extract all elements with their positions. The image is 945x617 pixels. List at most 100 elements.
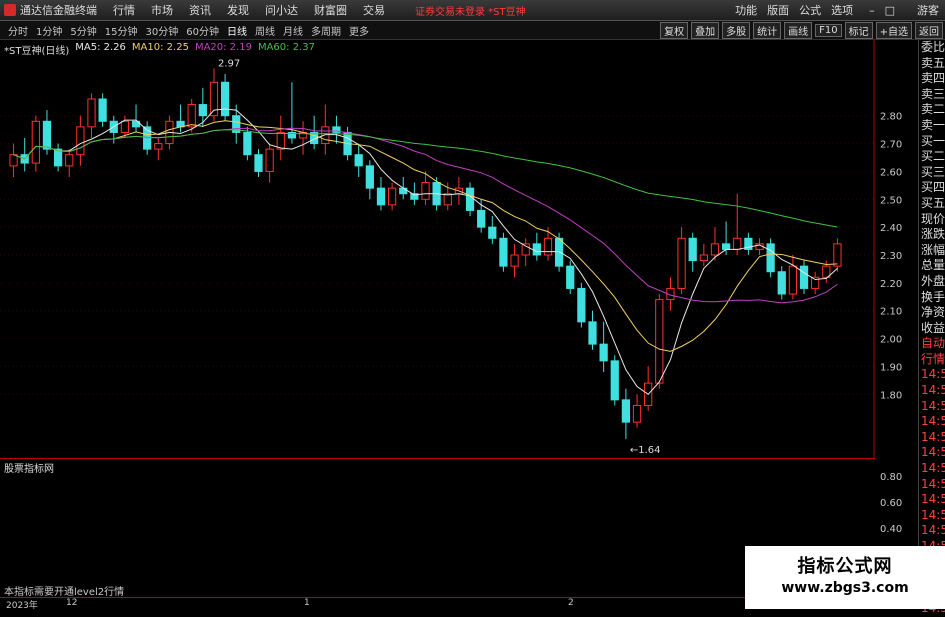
sidebar-item-31[interactable]: 14:5 [919,523,945,539]
candle[interactable] [744,232,753,255]
sidebar-item-30[interactable]: 14:5 [919,508,945,524]
menu-item-quotes[interactable]: 行情 [113,2,135,18]
toolbar-button-5[interactable]: F10 [815,23,842,37]
candle[interactable] [254,149,263,177]
candle[interactable] [276,115,285,161]
toolbar-button-3[interactable]: 统计 [753,21,782,39]
candle[interactable] [766,238,775,278]
candle[interactable] [87,93,96,138]
menu-item-market[interactable]: 市场 [151,2,173,18]
menu-item-discover[interactable]: 发现 [227,2,249,18]
sidebar-item-29[interactable]: 14:5 [919,492,945,508]
period-tab-4[interactable]: 30分钟 [145,23,178,38]
candle[interactable] [655,294,664,389]
candle[interactable] [310,115,319,150]
candle[interactable] [465,182,475,216]
candle[interactable] [499,232,508,272]
candle[interactable] [332,115,341,144]
candle[interactable] [799,260,809,294]
sidebar-item-23[interactable]: 14:5 [919,399,945,415]
candle[interactable] [788,255,798,300]
candle[interactable] [510,243,519,278]
candle[interactable] [387,182,397,211]
menu-item-trade[interactable]: 交易 [363,2,385,18]
guest-label[interactable]: 游客 [917,2,939,18]
candle[interactable] [733,193,742,255]
sidebar-item-27[interactable]: 14:5 [919,461,945,477]
maximize-icon[interactable]: □ [885,4,895,17]
candle[interactable] [365,160,374,200]
period-tab-10[interactable]: 更多 [349,23,369,38]
sidebar-item-26[interactable]: 14:5 [919,445,945,461]
candlestick-chart[interactable]: 2.97 ←1.64 [0,40,875,460]
minimize-icon[interactable]: – [869,4,875,17]
sidebar-item-25[interactable]: 14:5 [919,430,945,446]
candle[interactable] [298,121,308,155]
sidebar-item-21[interactable]: 14:5 [919,367,945,383]
candle[interactable] [143,121,152,155]
candle[interactable] [421,171,430,205]
sidebar-item-28[interactable]: 14:5 [919,477,945,493]
candle[interactable] [699,243,708,267]
period-tab-5[interactable]: 60分钟 [186,23,219,38]
period-tab-8[interactable]: 月线 [283,23,303,38]
sidebar-item-19[interactable]: 自动 [919,336,945,352]
candle[interactable] [154,138,163,161]
period-tab-7[interactable]: 周线 [255,23,275,38]
period-tab-9[interactable]: 多周期 [311,23,341,38]
indicator-title[interactable]: 股票指标网 [4,460,54,475]
candle[interactable] [599,321,608,372]
login-alert[interactable]: 证券交易未登录 *ST豆神 [415,3,526,18]
candle[interactable] [521,238,530,267]
candle[interactable] [98,93,107,127]
candle[interactable] [833,238,842,272]
candle[interactable] [376,177,386,211]
toolbar-button-6[interactable]: 标记 [844,21,873,39]
candle[interactable] [9,143,18,177]
menu-item-function[interactable]: 功能 [735,2,757,18]
menu-item-ask[interactable]: 问小达 [265,2,298,18]
candle[interactable] [644,366,653,411]
menu-item-formula[interactable]: 公式 [799,2,821,18]
candle[interactable] [321,104,330,155]
menu-item-wealth[interactable]: 财富圈 [314,2,347,18]
candle[interactable] [777,266,786,300]
candle[interactable] [621,388,631,439]
candle[interactable] [811,271,820,294]
candle[interactable] [31,115,40,172]
candle[interactable] [53,143,63,172]
sidebar-item-22[interactable]: 14:5 [919,383,945,399]
sidebar-item-24[interactable]: 14:5 [919,414,945,430]
menu-item-layout[interactable]: 版面 [767,2,789,18]
candle[interactable] [632,394,642,428]
candle[interactable] [566,260,575,294]
sidebar-item-20[interactable]: 行情 [919,352,945,368]
toolbar-button-1[interactable]: 叠加 [691,21,720,39]
candle[interactable] [677,227,686,294]
candle[interactable] [610,355,619,406]
candle[interactable] [354,143,363,177]
toolbar-button-2[interactable]: 多股 [722,21,751,39]
candle[interactable] [688,232,697,272]
candle[interactable] [198,87,207,127]
toolbar-button-7[interactable]: +自选 [875,21,912,39]
menu-item-news[interactable]: 资讯 [189,2,211,18]
candle[interactable] [588,310,597,350]
period-tab-6[interactable]: 日线 [227,23,247,38]
toolbar-button-0[interactable]: 复权 [660,21,689,39]
candle[interactable] [577,282,586,328]
period-tab-0[interactable]: 分时 [8,23,28,38]
candle[interactable] [265,143,274,183]
candle[interactable] [131,104,141,133]
period-tab-1[interactable]: 1分钟 [36,23,62,38]
candle[interactable] [220,73,230,122]
candle[interactable] [65,149,74,177]
toolbar-button-8[interactable]: 返回 [915,21,943,39]
menu-item-options[interactable]: 选项 [831,2,853,18]
candle[interactable] [287,82,297,144]
toolbar-button-4[interactable]: 画线 [784,21,813,39]
period-tab-2[interactable]: 5分钟 [70,23,96,38]
period-tab-3[interactable]: 15分钟 [105,23,138,38]
candle[interactable] [20,138,29,172]
candle[interactable] [488,216,497,244]
